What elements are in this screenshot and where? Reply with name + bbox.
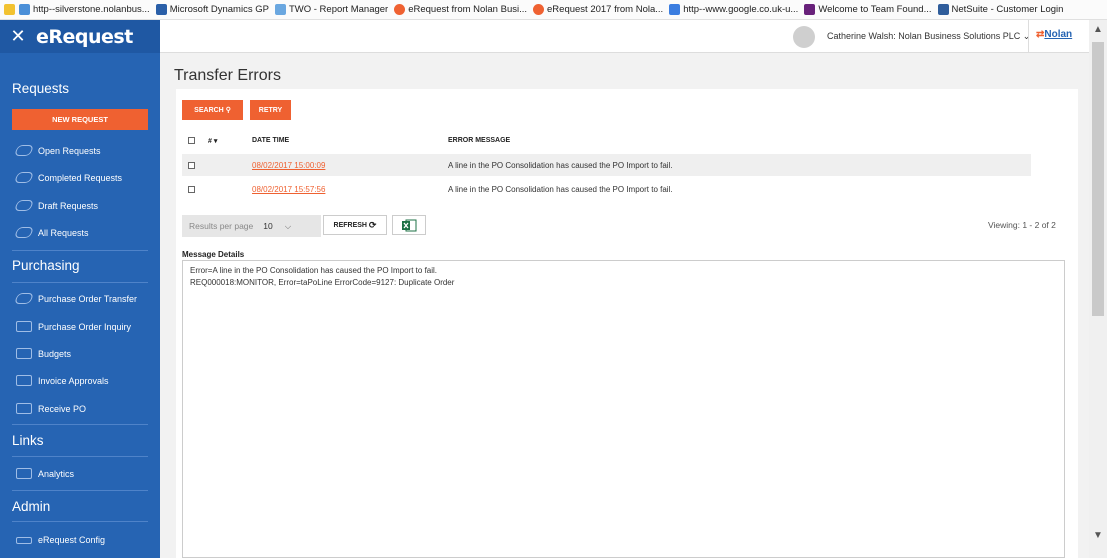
favorite-link[interactable]: eRequest 2017 from Nola... — [533, 4, 663, 15]
favorite-link[interactable]: NetSuite - Customer Login — [937, 4, 1063, 15]
user-menu[interactable]: Catherine Walsh: Nolan Business Solution… — [827, 31, 1030, 42]
avatar[interactable] — [793, 26, 815, 48]
message-line: REQ000018:MONITOR, Error=taPoLine ErrorC… — [190, 278, 455, 287]
error-message-cell: A line in the PO Consolidation has cause… — [448, 161, 673, 170]
transfer-icon — [13, 293, 35, 304]
company-logo[interactable]: ⇄Nolan — [1036, 29, 1072, 40]
visual-studio-icon — [804, 4, 816, 15]
divider — [12, 490, 148, 491]
row-checkbox[interactable] — [188, 186, 195, 193]
sidebar-item-erequest-config[interactable]: eRequest Config — [16, 535, 105, 545]
favorite-link[interactable]: eRequest from Nolan Busi... — [394, 4, 527, 15]
section-requests: Requests — [12, 81, 70, 96]
retry-button[interactable]: RETRY — [250, 100, 291, 120]
page-scrollbar[interactable]: ▲ ▼ — [1089, 20, 1107, 558]
document-icon — [16, 468, 32, 479]
message-line: Error=A line in the PO Consolidation has… — [190, 266, 438, 275]
ie-page-icon — [274, 4, 286, 15]
sidebar-item-budgets[interactable]: Budgets — [16, 348, 71, 359]
search-button[interactable]: SEARCH ⚲ — [182, 100, 243, 120]
excel-icon — [402, 219, 417, 231]
section-purchasing: Purchasing — [12, 258, 80, 273]
row-checkbox[interactable] — [188, 162, 195, 169]
table-row[interactable]: 08/02/2017 15:57:56 A line in the PO Con… — [182, 178, 1031, 200]
column-header-num[interactable]: # ▾ — [208, 137, 217, 145]
results-per-page-label: Results per page — [189, 221, 254, 231]
ie-page-icon — [19, 4, 30, 15]
sidebar-item-purchase-order-inquiry[interactable]: Purchase Order Inquiry — [16, 321, 131, 332]
sort-icon: ▾ — [213, 138, 218, 145]
column-header-date-time[interactable]: DATE TIME — [252, 137, 289, 144]
scroll-thumb[interactable] — [1092, 42, 1104, 316]
error-message-cell: A line in the PO Consolidation has cause… — [448, 185, 673, 194]
favorite-link[interactable]: TWO - Report Manager — [274, 4, 388, 15]
main-content: Transfer Errors SEARCH ⚲ RETRY # ▾ DATE … — [160, 53, 1089, 558]
brand-row: ✕ eRequest — [0, 20, 160, 53]
sidebar-item-all-requests[interactable]: All Requests — [13, 227, 89, 238]
divider — [12, 456, 148, 457]
transfer-errors-panel: SEARCH ⚲ RETRY # ▾ DATE TIME ERROR MESSA… — [176, 89, 1078, 558]
results-per-page: Results per page 10 ⌵ — [182, 215, 321, 237]
sidebar-item-analytics[interactable]: Analytics — [16, 468, 74, 479]
scroll-down-icon[interactable]: ▼ — [1093, 530, 1103, 541]
export-excel-button[interactable] — [392, 215, 426, 235]
netsuite-icon — [937, 4, 949, 15]
close-icon[interactable]: ✕ — [0, 26, 36, 47]
search-icon: ⚲ — [225, 107, 231, 114]
tag-icon — [13, 227, 35, 238]
sidebar-item-completed-requests[interactable]: Completed Requests — [13, 172, 122, 183]
message-details-label: Message Details — [182, 250, 245, 259]
tag-icon — [13, 200, 35, 211]
divider — [12, 282, 148, 283]
sidebar-item-receive-po[interactable]: Receive PO — [16, 403, 86, 414]
budget-icon — [16, 348, 32, 359]
document-icon — [16, 375, 32, 386]
tag-icon — [13, 172, 35, 183]
date-time-link[interactable]: 08/02/2017 15:00:09 — [252, 161, 325, 170]
favorite-link[interactable]: Microsoft Dynamics GP — [155, 4, 269, 15]
divider — [1028, 20, 1029, 53]
dynamics-gp-icon — [155, 4, 167, 15]
favorite-link[interactable]: http--silverstone.nolanbus... — [19, 4, 150, 15]
document-icon — [16, 403, 32, 414]
refresh-icon: ⟳ — [368, 219, 377, 230]
brand-logo[interactable]: eRequest — [36, 26, 133, 48]
sidebar-item-open-requests[interactable]: Open Requests — [13, 145, 101, 156]
scroll-up-icon[interactable]: ▲ — [1093, 24, 1103, 35]
refresh-button[interactable]: REFRESH ⟳ — [323, 215, 387, 235]
page-title: Transfer Errors — [174, 67, 281, 84]
results-per-page-select[interactable]: 10 ⌵ — [263, 221, 291, 232]
divider — [12, 521, 148, 522]
select-all-checkbox[interactable] — [188, 137, 195, 144]
sidebar-item-draft-requests[interactable]: Draft Requests — [13, 200, 98, 211]
erequest-icon — [533, 4, 545, 15]
favorites-bar: http--silverstone.nolanbus... Microsoft … — [0, 0, 1107, 20]
chevron-down-icon: ⌵ — [284, 220, 292, 231]
message-details-box[interactable]: Error=A line in the PO Consolidation has… — [182, 260, 1065, 558]
config-icon — [16, 536, 32, 544]
sidebar-item-invoice-approvals[interactable]: Invoice Approvals — [16, 375, 109, 386]
table-row[interactable]: 08/02/2017 15:00:09 A line in the PO Con… — [182, 154, 1031, 176]
favorite-link[interactable]: Welcome to Team Found... — [804, 4, 932, 15]
inquiry-icon — [16, 321, 32, 332]
new-request-button[interactable]: NEW REQUEST — [12, 109, 148, 130]
favorites-star-icon[interactable] — [4, 4, 15, 15]
section-links: Links — [12, 433, 44, 448]
sidebar: ✕ eRequest Requests NEW REQUEST Open Req… — [0, 20, 160, 558]
divider — [12, 250, 148, 251]
date-time-link[interactable]: 08/02/2017 15:57:56 — [252, 185, 325, 194]
section-admin: Admin — [12, 499, 51, 514]
chevron-down-icon: ⌄ — [1022, 31, 1031, 41]
sidebar-item-purchase-order-transfer[interactable]: Purchase Order Transfer — [13, 293, 137, 304]
erequest-icon — [394, 4, 406, 15]
tag-icon — [13, 145, 35, 156]
divider — [12, 424, 148, 425]
google-icon — [669, 4, 681, 15]
viewing-count: Viewing: 1 - 2 of 2 — [988, 220, 1056, 230]
column-header-error-message[interactable]: ERROR MESSAGE — [448, 137, 510, 144]
top-bar: Catherine Walsh: Nolan Business Solution… — [160, 20, 1089, 53]
favorite-link[interactable]: http--www.google.co.uk-u... — [669, 4, 798, 15]
